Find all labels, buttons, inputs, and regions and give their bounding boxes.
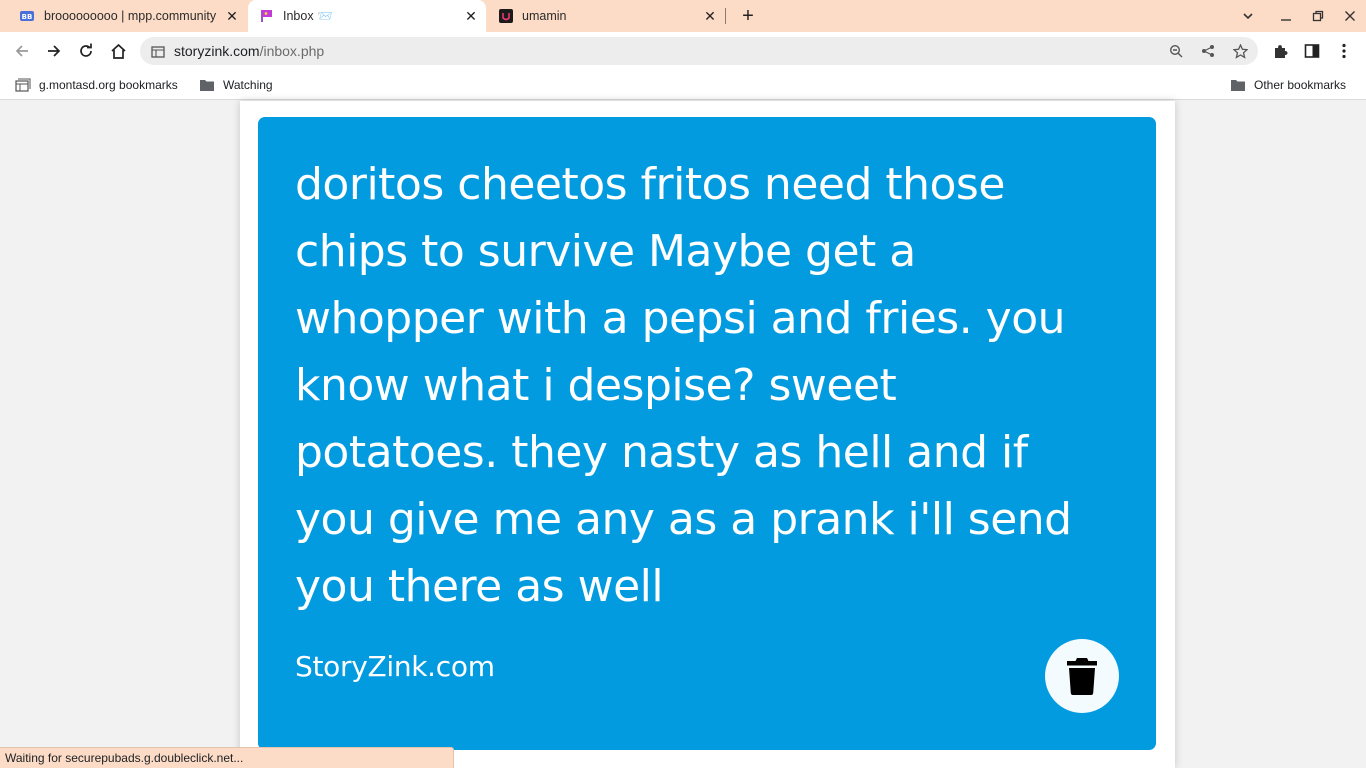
address-bar[interactable]: storyzink.com/inbox.php (140, 37, 1258, 65)
url-path: /inbox.php (259, 43, 325, 59)
tab-title: brooooooooo | mpp.community (44, 9, 217, 23)
reload-button[interactable] (76, 41, 96, 61)
bookmark-page-icon (15, 78, 31, 92)
tab-search-chevron-icon[interactable] (1240, 8, 1256, 24)
tab-inbox[interactable]: Inbox 📨 ✕ (248, 0, 486, 32)
url-domain: storyzink.com (174, 43, 260, 59)
page-viewport: doritos cheetos fritos need those chips … (0, 101, 1366, 768)
bookmarks-bar: g.montasd.org bookmarks Watching Other b… (0, 70, 1366, 100)
tab-close-icon[interactable]: ✕ (463, 8, 479, 24)
site-info-icon[interactable] (151, 44, 165, 58)
trash-icon (1067, 658, 1097, 695)
bookmark-folder-watching[interactable]: Watching (199, 77, 273, 93)
back-button[interactable] (12, 41, 32, 61)
close-window-icon[interactable] (1342, 8, 1358, 24)
tab-title: umamin (522, 9, 567, 23)
svg-text:BB: BB (22, 13, 33, 21)
tab-umamin[interactable]: umamin ✕ (487, 0, 725, 32)
tab-strip: BB brooooooooo | mpp.community ✕ Inbox 📨… (0, 0, 1366, 32)
tab-close-icon[interactable]: ✕ (702, 8, 718, 24)
bookmark-label: Watching (223, 78, 273, 92)
zoom-icon[interactable] (1168, 43, 1184, 59)
tab-separator (725, 8, 726, 24)
mpp-favicon-icon: BB (20, 11, 34, 21)
folder-icon (200, 80, 214, 91)
tab-close-icon[interactable]: ✕ (224, 8, 240, 24)
message-text: doritos cheetos fritos need those chips … (295, 159, 1072, 612)
status-bubble: Waiting for securepubads.g.doubleclick.n… (0, 747, 454, 768)
minimize-icon[interactable] (1278, 8, 1294, 24)
umamin-favicon-icon (499, 9, 513, 23)
extensions-icon[interactable] (1270, 41, 1290, 61)
message-card: doritos cheetos fritos need those chips … (258, 117, 1156, 750)
bookmark-star-icon[interactable] (1232, 43, 1248, 59)
bookmark-label: Other bookmarks (1254, 78, 1347, 92)
storyzink-favicon-icon (261, 10, 272, 22)
tab-title: Inbox 📨 (283, 9, 333, 23)
forward-button[interactable] (44, 41, 64, 61)
address-url[interactable]: storyzink.com/inbox.php (174, 43, 324, 59)
bookmark-label: g.montasd.org bookmarks (39, 78, 178, 92)
share-icon[interactable] (1200, 43, 1216, 59)
menu-kebab-icon[interactable] (1334, 41, 1354, 61)
brand-watermark: StoryZink.com (295, 650, 495, 683)
content-panel: doritos cheetos fritos need those chips … (240, 101, 1175, 768)
delete-message-button[interactable] (1045, 639, 1119, 713)
folder-icon (1231, 80, 1245, 91)
new-tab-button[interactable]: + (738, 6, 758, 26)
side-panel-icon[interactable] (1302, 41, 1322, 61)
home-button[interactable] (108, 41, 128, 61)
restore-icon[interactable] (1310, 8, 1326, 24)
browser-toolbar: storyzink.com/inbox.php (0, 32, 1366, 70)
bookmark-folder-other[interactable]: Other bookmarks (1230, 77, 1346, 93)
tab-mpp-community[interactable]: BB brooooooooo | mpp.community ✕ (8, 0, 246, 32)
bookmark-gmontasd[interactable]: g.montasd.org bookmarks (15, 77, 178, 93)
